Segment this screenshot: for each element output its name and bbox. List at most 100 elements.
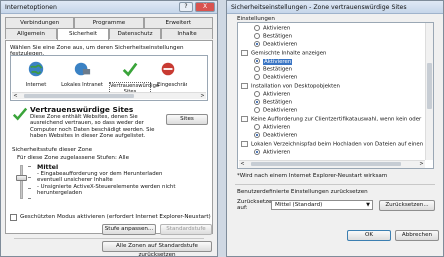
scroll-thumb[interactable]: [24, 94, 134, 98]
reset-section-label: Benutzerdefinierte Einstellungen zurücks…: [237, 189, 368, 195]
globe-icon: [28, 61, 44, 77]
zone-scrollbar[interactable]: < >: [12, 92, 206, 99]
zone-intranet[interactable]: Lokales Intranet: [61, 60, 103, 88]
security-slider-thumb[interactable]: [16, 175, 27, 181]
option-row[interactable]: Aktivieren: [254, 149, 290, 156]
sites-button[interactable]: Sites: [166, 114, 208, 125]
title-bar: Sicherheitseinstellungen - Zone vertraue…: [227, 1, 443, 14]
option-row[interactable]: Aktivieren: [254, 124, 290, 131]
security-level-description: - Eingabeaufforderung vor dem Herunterla…: [37, 171, 176, 196]
tab-allgemein[interactable]: Allgemein: [5, 28, 57, 39]
radio-button[interactable]: [254, 99, 260, 105]
radio-button[interactable]: [254, 74, 260, 80]
internet-options-window: Internetoptionen ? X Verbindungen Progra…: [0, 0, 218, 257]
radio-button[interactable]: [254, 58, 260, 64]
scroll-left-icon[interactable]: <: [239, 161, 246, 167]
setting-icon: [241, 141, 248, 147]
setting-icon: [241, 116, 248, 122]
tab-inhalte[interactable]: Inhalte: [161, 28, 213, 39]
security-settings-window: Sicherheitseinstellungen - Zone vertraue…: [226, 0, 444, 257]
zone-title: Vertrauenswürdige Sites: [30, 105, 134, 114]
security-panel: Wählen Sie eine Zone aus, um deren Siche…: [5, 40, 213, 257]
option-row[interactable]: Aktivieren: [254, 58, 293, 65]
slider-tick: [28, 166, 31, 167]
tab-programme[interactable]: Programme: [74, 17, 144, 28]
allowed-levels: Für diese Zone zugelassene Stufen: Alle: [17, 155, 130, 161]
protected-mode-label: Geschützten Modus aktivieren (erfordert …: [20, 214, 211, 220]
reset-button[interactable]: Zurücksetzen...: [379, 200, 435, 211]
radio-button[interactable]: [254, 107, 260, 113]
security-slider-track[interactable]: [20, 165, 23, 199]
slider-tick: [28, 177, 31, 178]
settings-horizontal-scrollbar[interactable]: < >: [239, 160, 425, 168]
radio-button[interactable]: [254, 66, 260, 72]
divider: [14, 238, 204, 239]
option-row[interactable]: Deaktivieren: [254, 74, 297, 81]
reset-level-select[interactable]: Mittel (Standard) ▼: [271, 200, 373, 210]
group-desktop-install: Installation von Desktopobjekten: [241, 83, 340, 90]
zone-trusted[interactable]: Vertrauenswürdige Sites: [109, 60, 159, 96]
zone-restricted[interactable]: Eingeschränkte: [157, 60, 187, 88]
intranet-icon: [74, 62, 91, 76]
zone-internet[interactable]: Internet: [15, 60, 57, 88]
radio-button[interactable]: [254, 149, 260, 155]
scroll-thumb[interactable]: [251, 162, 401, 166]
scroll-thumb[interactable]: [427, 63, 432, 109]
group-mixed-content: Gemischte Inhalte anzeigen: [241, 50, 326, 57]
tab-row-top: Verbindungen Programme Erweitert: [5, 17, 213, 28]
tab-datenschutz[interactable]: Datenschutz: [109, 28, 161, 39]
zone-list: Internet Lokales Intranet Vertrauenswürd…: [10, 55, 208, 101]
scroll-right-icon[interactable]: >: [199, 93, 206, 99]
slider-tick: [28, 188, 31, 189]
custom-level-button[interactable]: Stufe anpassen...: [102, 224, 156, 235]
cancel-button[interactable]: Abbrechen: [395, 230, 439, 241]
settings-vertical-scrollbar[interactable]: [425, 23, 433, 160]
protected-mode-checkbox[interactable]: [10, 214, 17, 221]
tab-row-bottom: Allgemein Sicherheit Datenschutz Inhalte: [5, 28, 213, 40]
scroll-right-icon[interactable]: >: [418, 161, 425, 167]
radio-button[interactable]: [254, 41, 260, 47]
zone-label: Eingeschränkte: [157, 82, 187, 88]
radio-button[interactable]: [254, 33, 260, 39]
radio-button[interactable]: [254, 132, 260, 138]
check-icon: [12, 107, 28, 121]
option-row[interactable]: Bestätigen: [254, 33, 292, 40]
window-title: Sicherheitseinstellungen - Zone vertraue…: [231, 4, 407, 11]
setting-icon: [241, 50, 248, 56]
radio-button[interactable]: [254, 91, 260, 97]
divider: [235, 184, 435, 185]
option-row[interactable]: Bestätigen: [254, 99, 292, 106]
ok-button[interactable]: OK: [347, 230, 391, 241]
setting-icon: [241, 83, 248, 89]
option-row[interactable]: Deaktivieren: [254, 41, 297, 48]
option-row[interactable]: Deaktivieren: [254, 107, 297, 114]
settings-list: Aktivieren Bestätigen Deaktivieren Gemis…: [237, 22, 434, 169]
window-title: Internetoptionen: [5, 4, 57, 11]
chevron-down-icon: ▼: [366, 202, 370, 208]
radio-button[interactable]: [254, 25, 260, 31]
tab-erweitert[interactable]: Erweitert: [143, 17, 213, 28]
option-row[interactable]: Aktivieren: [254, 91, 290, 98]
close-button[interactable]: X: [195, 2, 215, 12]
tab-verbindungen[interactable]: Verbindungen: [5, 17, 75, 28]
group-client-cert: Keine Aufforderung zur Clientzertifikata…: [241, 116, 421, 123]
default-level-button[interactable]: Standardstufe: [160, 224, 212, 235]
option-row[interactable]: Deaktivieren: [254, 132, 297, 139]
group-local-path: Lokalen Verzeichnispfad beim Hochladen v…: [241, 141, 432, 148]
restricted-icon: [161, 62, 175, 76]
zone-label: Lokales Intranet: [61, 82, 103, 88]
security-level-name: Mittel: [37, 163, 59, 171]
scroll-left-icon[interactable]: <: [12, 93, 19, 99]
check-icon: [122, 62, 138, 77]
option-row[interactable]: Bestätigen: [254, 66, 292, 73]
option-row[interactable]: Aktivieren: [254, 25, 290, 32]
slider-tick: [28, 198, 31, 199]
radio-button[interactable]: [254, 124, 260, 130]
zone-label: Internet: [25, 82, 47, 88]
tab-sicherheit[interactable]: Sicherheit: [57, 28, 109, 40]
reset-all-zones-button[interactable]: Alle Zonen auf Standardstufe zurücksetze…: [102, 241, 212, 257]
help-button[interactable]: ?: [179, 2, 193, 12]
security-level-heading: Sicherheitsstufe dieser Zone: [12, 147, 93, 153]
reset-to-label: Zurücksetzen auf:: [237, 199, 276, 211]
zone-description: Diese Zone enthält Websites, denen Sie a…: [30, 114, 155, 139]
